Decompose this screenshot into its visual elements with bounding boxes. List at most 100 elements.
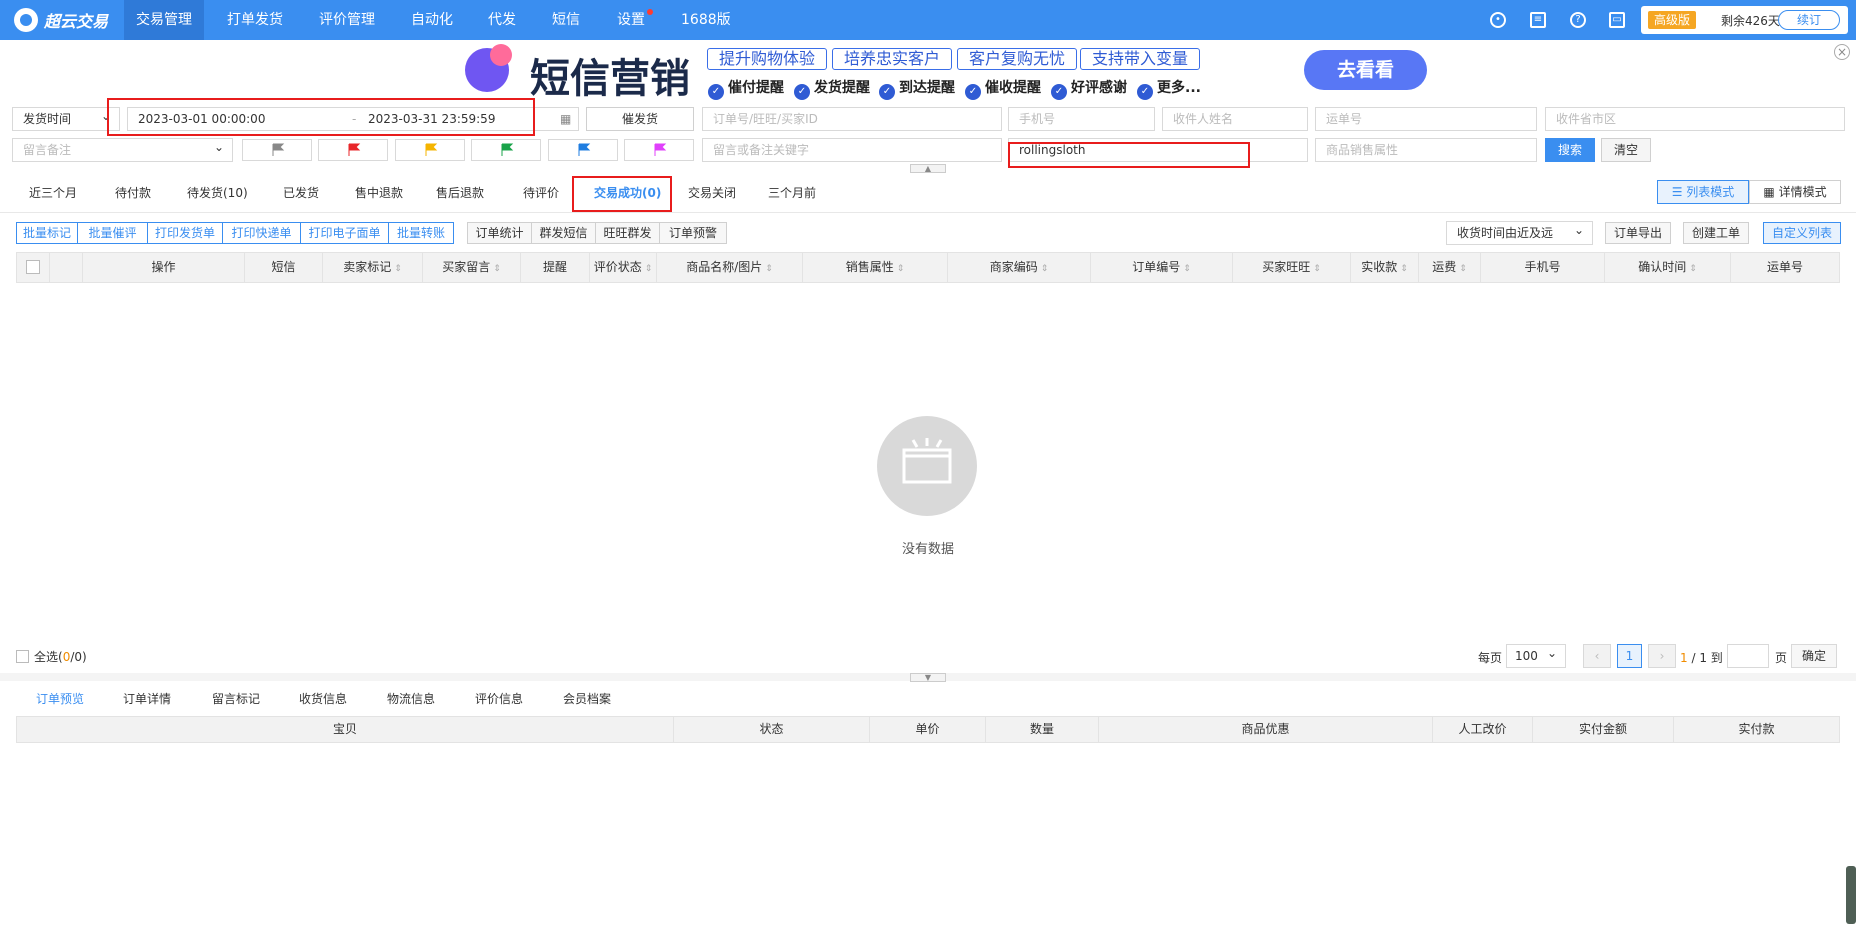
sort-icon: ⇕ bbox=[1040, 264, 1049, 274]
flag-grey[interactable] bbox=[242, 139, 312, 161]
tab-awaiting-payment[interactable]: 待付款 bbox=[115, 184, 151, 201]
search-button[interactable]: 搜索 bbox=[1545, 138, 1595, 162]
jump-confirm-button[interactable]: 确定 bbox=[1791, 644, 1837, 668]
tab-trade-closed[interactable]: 交易关闭 bbox=[688, 184, 736, 201]
monitor-icon[interactable]: ▭ bbox=[1609, 12, 1625, 28]
time-type-select[interactable]: 发货时间 bbox=[12, 107, 120, 131]
collapse-filters-icon[interactable]: ▲ bbox=[910, 164, 946, 173]
order-export-button[interactable]: 订单导出 bbox=[1605, 222, 1671, 244]
print-e-waybill-button[interactable]: 打印电子面单 bbox=[300, 222, 389, 244]
column-header[interactable]: 买家旺旺 ⇕ bbox=[1233, 253, 1351, 282]
column-header: 商品优惠 bbox=[1099, 717, 1433, 742]
receiver-name-input[interactable]: 收件人姓名 bbox=[1162, 107, 1308, 131]
mass-sms-button[interactable]: 群发短信 bbox=[531, 222, 596, 244]
clear-button[interactable]: 清空 bbox=[1601, 138, 1651, 162]
renew-button[interactable]: 续订 bbox=[1778, 10, 1840, 30]
nav-item-trade[interactable]: 交易管理 bbox=[124, 0, 204, 40]
tab-review-info[interactable]: 评价信息 bbox=[475, 690, 523, 707]
sale-attr-input[interactable]: 商品销售属性 bbox=[1315, 138, 1537, 162]
column-header[interactable]: 商家编码 ⇕ bbox=[948, 253, 1091, 282]
page-number-button[interactable]: 1 bbox=[1617, 644, 1642, 668]
side-scroll-handle[interactable] bbox=[1846, 866, 1856, 924]
remark-keyword-input[interactable]: 留言或备注关键字 bbox=[702, 138, 1002, 162]
tab-order-detail[interactable]: 订单详情 bbox=[123, 690, 171, 707]
banner-check: ✓ 好评感谢 bbox=[1051, 77, 1127, 100]
collapse-detail-icon[interactable]: ▼ bbox=[910, 673, 946, 682]
flag-blue[interactable] bbox=[548, 139, 618, 161]
help-icon[interactable]: ? bbox=[1570, 12, 1586, 28]
create-ticket-button[interactable]: 创建工单 bbox=[1683, 222, 1749, 244]
flag-yellow[interactable] bbox=[395, 139, 465, 161]
custom-columns-button[interactable]: 自定义列表 bbox=[1763, 222, 1841, 244]
tab-order-preview[interactable]: 订单预览 bbox=[36, 690, 84, 707]
column-header[interactable]: 运费 ⇕ bbox=[1419, 253, 1481, 282]
column-header[interactable]: 确认时间 ⇕ bbox=[1605, 253, 1731, 282]
column-header[interactable]: 商品名称/图片 ⇕ bbox=[657, 253, 803, 282]
prev-page-button[interactable]: ‹ bbox=[1583, 644, 1611, 668]
nav-item-1688[interactable]: 1688版 bbox=[669, 0, 743, 40]
jump-page-input[interactable] bbox=[1727, 644, 1769, 668]
tab-refund-after-sale[interactable]: 售后退款 bbox=[436, 184, 484, 201]
sort-icon: ⇕ bbox=[1689, 264, 1697, 274]
batch-mark-button[interactable]: 批量标记 bbox=[16, 222, 78, 244]
tab-shipped[interactable]: 已发货 bbox=[283, 184, 319, 201]
nav-item-dropship[interactable]: 代发 bbox=[476, 0, 528, 40]
nav-item-print-ship[interactable]: 打单发货 bbox=[215, 0, 295, 40]
tab-member-profile[interactable]: 会员档案 bbox=[563, 690, 611, 707]
print-express-button[interactable]: 打印快递单 bbox=[222, 222, 301, 244]
nav-item-automation[interactable]: 自动化 bbox=[399, 0, 465, 40]
remark-select[interactable]: 留言备注 bbox=[12, 138, 233, 162]
checkbox[interactable] bbox=[26, 260, 40, 274]
select-all-label: 全选(0/0) bbox=[34, 650, 87, 664]
flag-red[interactable] bbox=[318, 139, 388, 161]
tab-trade-success[interactable]: 交易成功(0) bbox=[594, 184, 661, 201]
sort-icon: ⇕ bbox=[1459, 264, 1467, 274]
order-search-input[interactable]: 订单号/旺旺/买家ID bbox=[702, 107, 1002, 131]
flag-purple[interactable] bbox=[624, 139, 694, 161]
print-invoice-button[interactable]: 打印发货单 bbox=[147, 222, 223, 244]
nav-item-reviews[interactable]: 评价管理 bbox=[307, 0, 387, 40]
select-all-checkbox[interactable] bbox=[16, 650, 29, 663]
batch-transfer-button[interactable]: 批量转账 bbox=[388, 222, 454, 244]
remind-ship-button[interactable]: 催发货 bbox=[586, 107, 694, 131]
tab-awaiting-shipment[interactable]: 待发货(10) bbox=[187, 184, 248, 201]
notification-icon[interactable]: • bbox=[1490, 12, 1506, 28]
wangwang-mass-button[interactable]: 旺旺群发 bbox=[595, 222, 660, 244]
order-alert-button[interactable]: 订单预警 bbox=[659, 222, 727, 244]
waybill-input[interactable]: 运单号 bbox=[1315, 107, 1537, 131]
column-header[interactable]: 实收款 ⇕ bbox=[1351, 253, 1419, 282]
tab-refund-in-sale[interactable]: 售中退款 bbox=[355, 184, 403, 201]
flag-green[interactable] bbox=[471, 139, 541, 161]
tab-awaiting-review[interactable]: 待评价 bbox=[523, 184, 559, 201]
next-page-button[interactable]: › bbox=[1648, 644, 1676, 668]
column-header[interactable]: 卖家标记 ⇕ bbox=[323, 253, 423, 282]
tab-recent-3-months[interactable]: 近三个月 bbox=[29, 184, 77, 201]
phone-input[interactable]: 手机号 bbox=[1008, 107, 1155, 131]
sms-marketing-banner[interactable]: 短信营销 提升购物体验 培养忠实客户 客户复购无忧 支持带入变量 ✓ 催付提醒 ✓… bbox=[0, 40, 1856, 102]
tab-logistics-info[interactable]: 物流信息 bbox=[387, 690, 435, 707]
sort-select[interactable]: 收货时间由近及远 bbox=[1446, 221, 1593, 245]
tab-receiving-info[interactable]: 收货信息 bbox=[299, 690, 347, 707]
column-header[interactable]: 订单编号 ⇕ bbox=[1091, 253, 1233, 282]
nav-item-sms[interactable]: 短信 bbox=[540, 0, 592, 40]
brand-logo[interactable]: 超云交易 bbox=[14, 7, 108, 33]
tab-older-than-3-months[interactable]: 三个月前 bbox=[768, 184, 816, 201]
order-stats-button[interactable]: 订单统计 bbox=[467, 222, 532, 244]
per-page-select[interactable]: 100 bbox=[1506, 644, 1566, 668]
notes-icon[interactable]: ≡ bbox=[1530, 12, 1546, 28]
column-header[interactable]: 销售属性 ⇕ bbox=[803, 253, 948, 282]
close-banner-icon[interactable]: × bbox=[1834, 44, 1850, 60]
detail-mode-button[interactable]: ▦ 详情模式 bbox=[1749, 180, 1841, 204]
batch-remind-review-button[interactable]: 批量催评 bbox=[77, 222, 148, 244]
date-range-picker[interactable]: 2023-03-01 00:00:00 - 2023-03-31 23:59:5… bbox=[127, 107, 579, 131]
nav-item-settings[interactable]: 设置 bbox=[605, 0, 657, 40]
column-header[interactable]: 买家留言 ⇕ bbox=[423, 253, 521, 282]
orders-table-header: 操作 短信 卖家标记 ⇕ 买家留言 ⇕ 提醒 评价状态 ⇕ 商品名称/图片 ⇕ 销售属性… bbox=[16, 252, 1840, 283]
region-input[interactable]: 收件省市区 bbox=[1545, 107, 1845, 131]
list-mode-button[interactable]: ☰ 列表模式 bbox=[1657, 180, 1749, 204]
banner-title: 短信营销 bbox=[530, 56, 690, 102]
banner-cta-button[interactable]: 去看看 bbox=[1304, 50, 1427, 90]
tab-remark-flags[interactable]: 留言标记 bbox=[212, 690, 260, 707]
column-header[interactable]: 评价状态 ⇕ bbox=[590, 253, 657, 282]
product-keyword-input[interactable]: rollingsloth bbox=[1008, 138, 1308, 162]
